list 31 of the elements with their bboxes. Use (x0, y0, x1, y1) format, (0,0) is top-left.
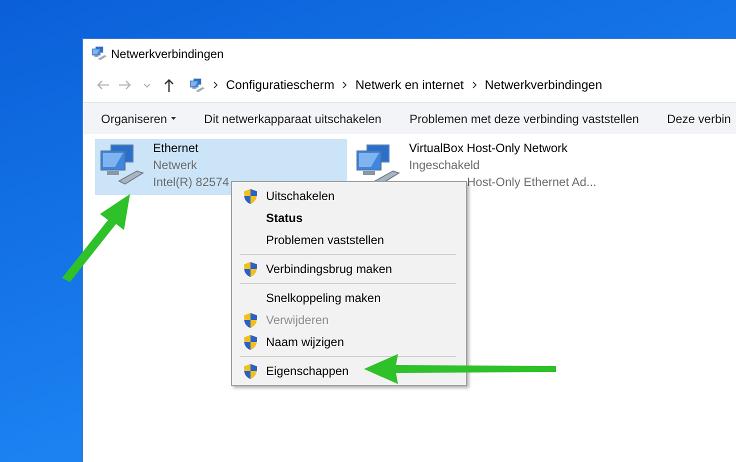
caret-icon (171, 116, 176, 120)
chevron-right-icon (472, 81, 477, 89)
adapter-name: Intel(R) 82574 (153, 174, 230, 191)
connection-status: Ingeschakeld (409, 157, 481, 174)
network-icon (91, 46, 107, 61)
shield-icon (242, 362, 258, 380)
breadcrumb[interactable]: Configuratiescherm (226, 78, 334, 92)
window-title: Netwerkverbindingen (111, 46, 224, 60)
toolbar-button[interactable]: Organiseren (101, 108, 176, 128)
network-icon (189, 78, 205, 92)
menu-item[interactable]: Eigenschappen (234, 360, 464, 382)
menu-item[interactable]: Verbindingsbrug maken (234, 258, 464, 280)
menu-item[interactable]: Naam wijzigen (234, 331, 464, 353)
shield-icon (242, 260, 258, 278)
chevron-right-icon (213, 81, 218, 89)
connection-name: Ethernet (153, 140, 200, 157)
menu-item[interactable]: Status (234, 207, 464, 229)
connection-name: VirtualBox Host-Only Network (409, 140, 568, 157)
adapter-name: Host-Only Ethernet Ad... (466, 174, 596, 191)
shield-icon (242, 188, 258, 204)
connection-status: Netwerk (153, 157, 198, 174)
toolbar-button[interactable]: Dit netwerkapparaat uitschakelen (204, 108, 382, 128)
breadcrumb[interactable]: Netwerkverbindingen (484, 78, 602, 92)
chevron-right-icon (342, 81, 348, 89)
menu-item[interactable]: Snelkoppeling maken (234, 287, 464, 309)
shield-icon (242, 334, 258, 350)
menu-item[interactable]: Problemen vaststellen (234, 229, 464, 251)
shield-icon (242, 312, 258, 328)
toolbar-button[interactable]: Problemen met deze verbinding vaststellen (409, 108, 639, 128)
toolbar-button[interactable]: Deze verbin (666, 108, 731, 128)
breadcrumb[interactable]: Netwerk en internet (355, 78, 464, 92)
